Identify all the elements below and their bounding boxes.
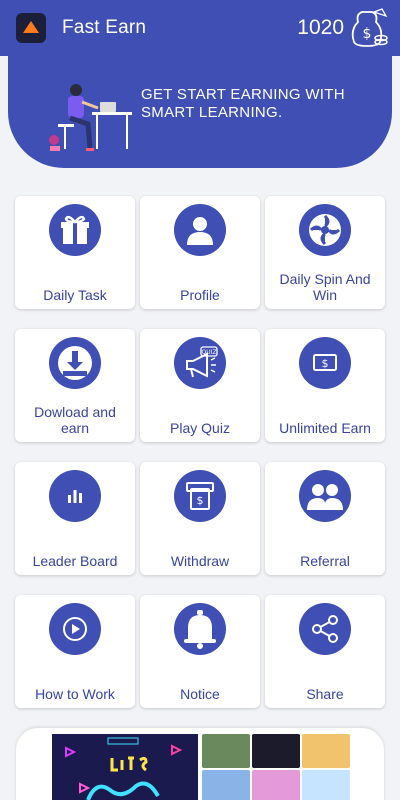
leader-board-tile[interactable]: Leader Board [15,462,135,575]
play-quiz-tile[interactable]: QUIZ Play Quiz [140,329,260,442]
bell-icon [174,603,226,655]
ad-game-thumbnails[interactable] [202,734,352,800]
promo-banner: GET START EARNING WITH SMART LEARNING. [8,56,392,168]
svg-text:$: $ [363,26,372,42]
share-tile[interactable]: Share [265,595,385,708]
svg-text:$: $ [322,357,329,370]
tile-label: Dowload and earn [34,404,116,436]
banner-text: GET START EARNING WITH SMART LEARNING. [141,86,345,121]
game-thumb[interactable] [202,770,250,800]
user-icon [174,204,226,256]
svg-text:$: $ [197,494,204,507]
tile-label: Play Quiz [170,420,230,436]
profile-tile[interactable]: Profile [140,196,260,309]
tile-label: Share [306,686,344,702]
spin-wheel-icon [299,204,351,256]
tile-label: Daily Spin And Win [279,271,371,303]
app-logo-icon [16,13,46,43]
daily-spin-tile[interactable]: Daily Spin And Win [265,196,385,309]
game-thumb[interactable] [252,770,300,800]
game-thumb[interactable] [302,770,350,800]
car-game-thumb[interactable] [202,734,250,768]
money-bag-icon[interactable]: $ [350,8,388,48]
play-circle-icon [49,603,101,655]
coin-count: 1020 [297,16,344,39]
how-to-work-tile[interactable]: How to Work [15,595,135,708]
student-laptop-illustration [49,84,132,151]
tile-label: Leader Board [32,553,118,569]
app-header: Fast Earn 1020 $ [0,0,400,56]
share-icon [299,603,351,655]
tile-label: Unlimited Earn [279,420,371,436]
ad-game-video[interactable] [52,734,198,800]
atm-withdraw-icon: $ [174,470,226,522]
gift-icon [49,204,101,256]
daily-task-tile[interactable]: Daily Task [15,196,135,309]
tile-label: Profile [180,287,220,303]
bar-chart-icon [49,470,101,522]
withdraw-tile[interactable]: $ Withdraw [140,462,260,575]
tile-label: Notice [180,686,220,702]
tile-label: How to Work [35,686,115,702]
tile-label: Withdraw [170,553,230,569]
download-icon [49,337,101,389]
users-icon [299,470,351,522]
tiles-game-thumb[interactable] [252,734,300,768]
tile-label: Daily Task [43,287,107,303]
ad-banner[interactable] [16,728,384,800]
brain-game-thumb[interactable] [302,734,350,768]
tile-label: Referral [300,553,350,569]
cash-icon: $ [299,337,351,389]
notice-tile[interactable]: Notice [140,595,260,708]
download-earn-tile[interactable]: Dowload and earn [15,329,135,442]
referral-tile[interactable]: Referral [265,462,385,575]
app-title: Fast Earn [62,17,147,38]
unlimited-earn-tile[interactable]: $ Unlimited Earn [265,329,385,442]
quiz-megaphone-icon: QUIZ [174,337,226,389]
